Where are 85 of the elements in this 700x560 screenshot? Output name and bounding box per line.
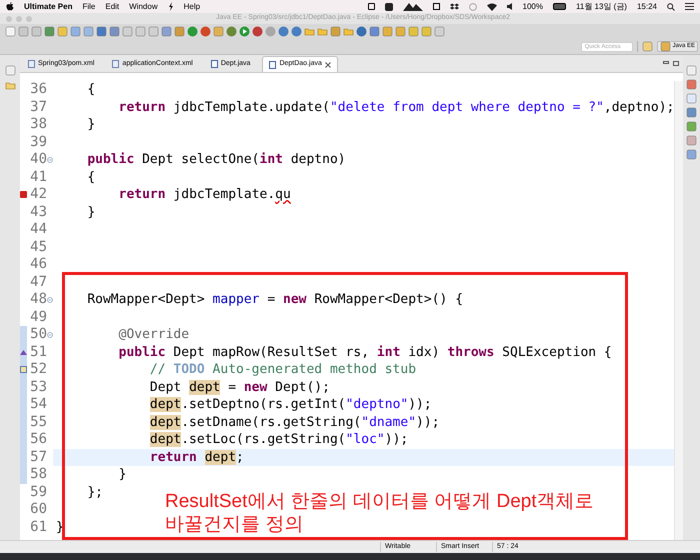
code-line: @Override <box>118 326 190 344</box>
code-line: // TODO Auto-generated method stub <box>148 361 416 379</box>
search-icon[interactable] <box>667 2 675 10</box>
folder-icon[interactable] <box>304 26 315 37</box>
line-number: 50 <box>29 326 47 344</box>
menu-item[interactable]: Window <box>129 0 158 12</box>
line-number: 39 <box>29 134 47 151</box>
folder-icon[interactable] <box>343 26 354 37</box>
line-number: 53 <box>29 378 47 396</box>
clock-icon[interactable] <box>468 2 477 10</box>
line-number: 56 <box>29 431 47 448</box>
code-line: Dept dept = new Dept(); <box>148 378 330 396</box>
code-line: dept.setDname(rs.getString("dname")); <box>148 414 440 432</box>
line-number: 55 <box>29 414 47 431</box>
line-number: 45 <box>29 238 47 256</box>
annotation-text: ResultSet에서 한줄의 데이터를 어떻게 Dept객체로 <box>165 490 595 513</box>
mountain-icon[interactable] <box>402 2 423 11</box>
line-number: 54 <box>29 396 47 414</box>
line-number: 42 <box>29 186 47 204</box>
line-number: 40 <box>29 151 47 168</box>
code-line: { <box>86 168 96 186</box>
close-icon[interactable] <box>324 62 331 68</box>
code-line: return dept; <box>148 448 244 466</box>
code-line: dept.setLoc(rs.getString("loc")); <box>148 431 408 449</box>
menu-item[interactable]: Help <box>184 0 200 12</box>
line-number: 52 <box>29 361 47 378</box>
annotation-text: 바꿀건지를 정의 <box>165 513 304 536</box>
error-icon <box>20 191 27 198</box>
minimize-icon[interactable] <box>663 61 669 64</box>
code-line: { <box>86 81 96 99</box>
clipboard-icon <box>20 366 27 374</box>
code-line: return jdbcTemplate.qu <box>118 186 291 204</box>
line-number: 51 <box>29 344 47 361</box>
wifi-icon[interactable] <box>486 2 497 10</box>
menu-item[interactable]: File <box>82 0 96 12</box>
fold-icon[interactable] <box>47 332 53 338</box>
menu-time[interactable]: 15:24 <box>636 0 657 12</box>
java-file-icon <box>210 60 218 68</box>
fold-icon[interactable] <box>47 296 53 303</box>
line-number: 36 <box>29 81 47 98</box>
xml-file-icon <box>28 60 35 68</box>
restore-icon[interactable] <box>4 65 16 76</box>
menu-date[interactable]: 11월 13일 (금) <box>576 0 627 12</box>
line-number: 60 <box>29 501 47 518</box>
line-number: 58 <box>29 466 47 484</box>
line-number: 48 <box>29 291 47 308</box>
triangle-icon <box>20 350 27 355</box>
code-line: public Dept mapRow(ResultSet rs, int idx) throws SQLException { <box>118 344 612 362</box>
line-number: 43 <box>29 204 47 221</box>
fold-icon[interactable] <box>47 156 53 163</box>
package-icon[interactable] <box>4 80 16 91</box>
folder-icon[interactable] <box>317 26 328 37</box>
status-icon[interactable] <box>187 26 198 37</box>
restore-icon[interactable] <box>686 65 697 76</box>
line-number: 41 <box>29 168 47 186</box>
code-line: } <box>86 204 96 222</box>
line-number: 37 <box>29 98 47 116</box>
code-line: dept.setDeptno(rs.getInt("deptno")); <box>148 396 432 414</box>
code-line: return jdbcTemplate.update("delete from dept where deptno = ?",deptno); <box>118 98 674 116</box>
code-line: public Dept selectOne(int deptno) <box>86 151 346 169</box>
code-line: RowMapper<Dept> mapper = new RowMapper<Dept>() { <box>86 291 464 309</box>
line-number: 57 <box>29 448 47 466</box>
code-line: } <box>86 116 96 134</box>
battery-icon[interactable] <box>552 3 566 10</box>
menu-item[interactable]: Edit <box>105 0 120 12</box>
line-number: 49 <box>29 308 47 326</box>
code-line: } <box>56 518 64 536</box>
code-line: } <box>118 466 126 484</box>
xml-file-icon <box>112 60 120 68</box>
run-icon[interactable] <box>239 26 250 37</box>
battery-percent: 100% <box>522 0 543 12</box>
line-number: 47 <box>29 274 47 291</box>
code-line: }; <box>86 484 103 502</box>
line-number: 38 <box>29 116 47 134</box>
line-number: 44 <box>29 221 47 238</box>
debug-icon[interactable] <box>252 26 263 37</box>
apple-icon[interactable] <box>6 2 14 11</box>
app-name[interactable]: Ultimate Pen <box>24 0 72 12</box>
line-number: 61 <box>29 518 47 536</box>
speaker-icon[interactable] <box>506 3 513 10</box>
line-number: 59 <box>29 484 47 501</box>
java-file-icon <box>269 60 276 68</box>
dropbox-icon[interactable] <box>450 2 459 10</box>
maximize-icon[interactable] <box>673 61 679 66</box>
line-number: 46 <box>29 256 47 274</box>
